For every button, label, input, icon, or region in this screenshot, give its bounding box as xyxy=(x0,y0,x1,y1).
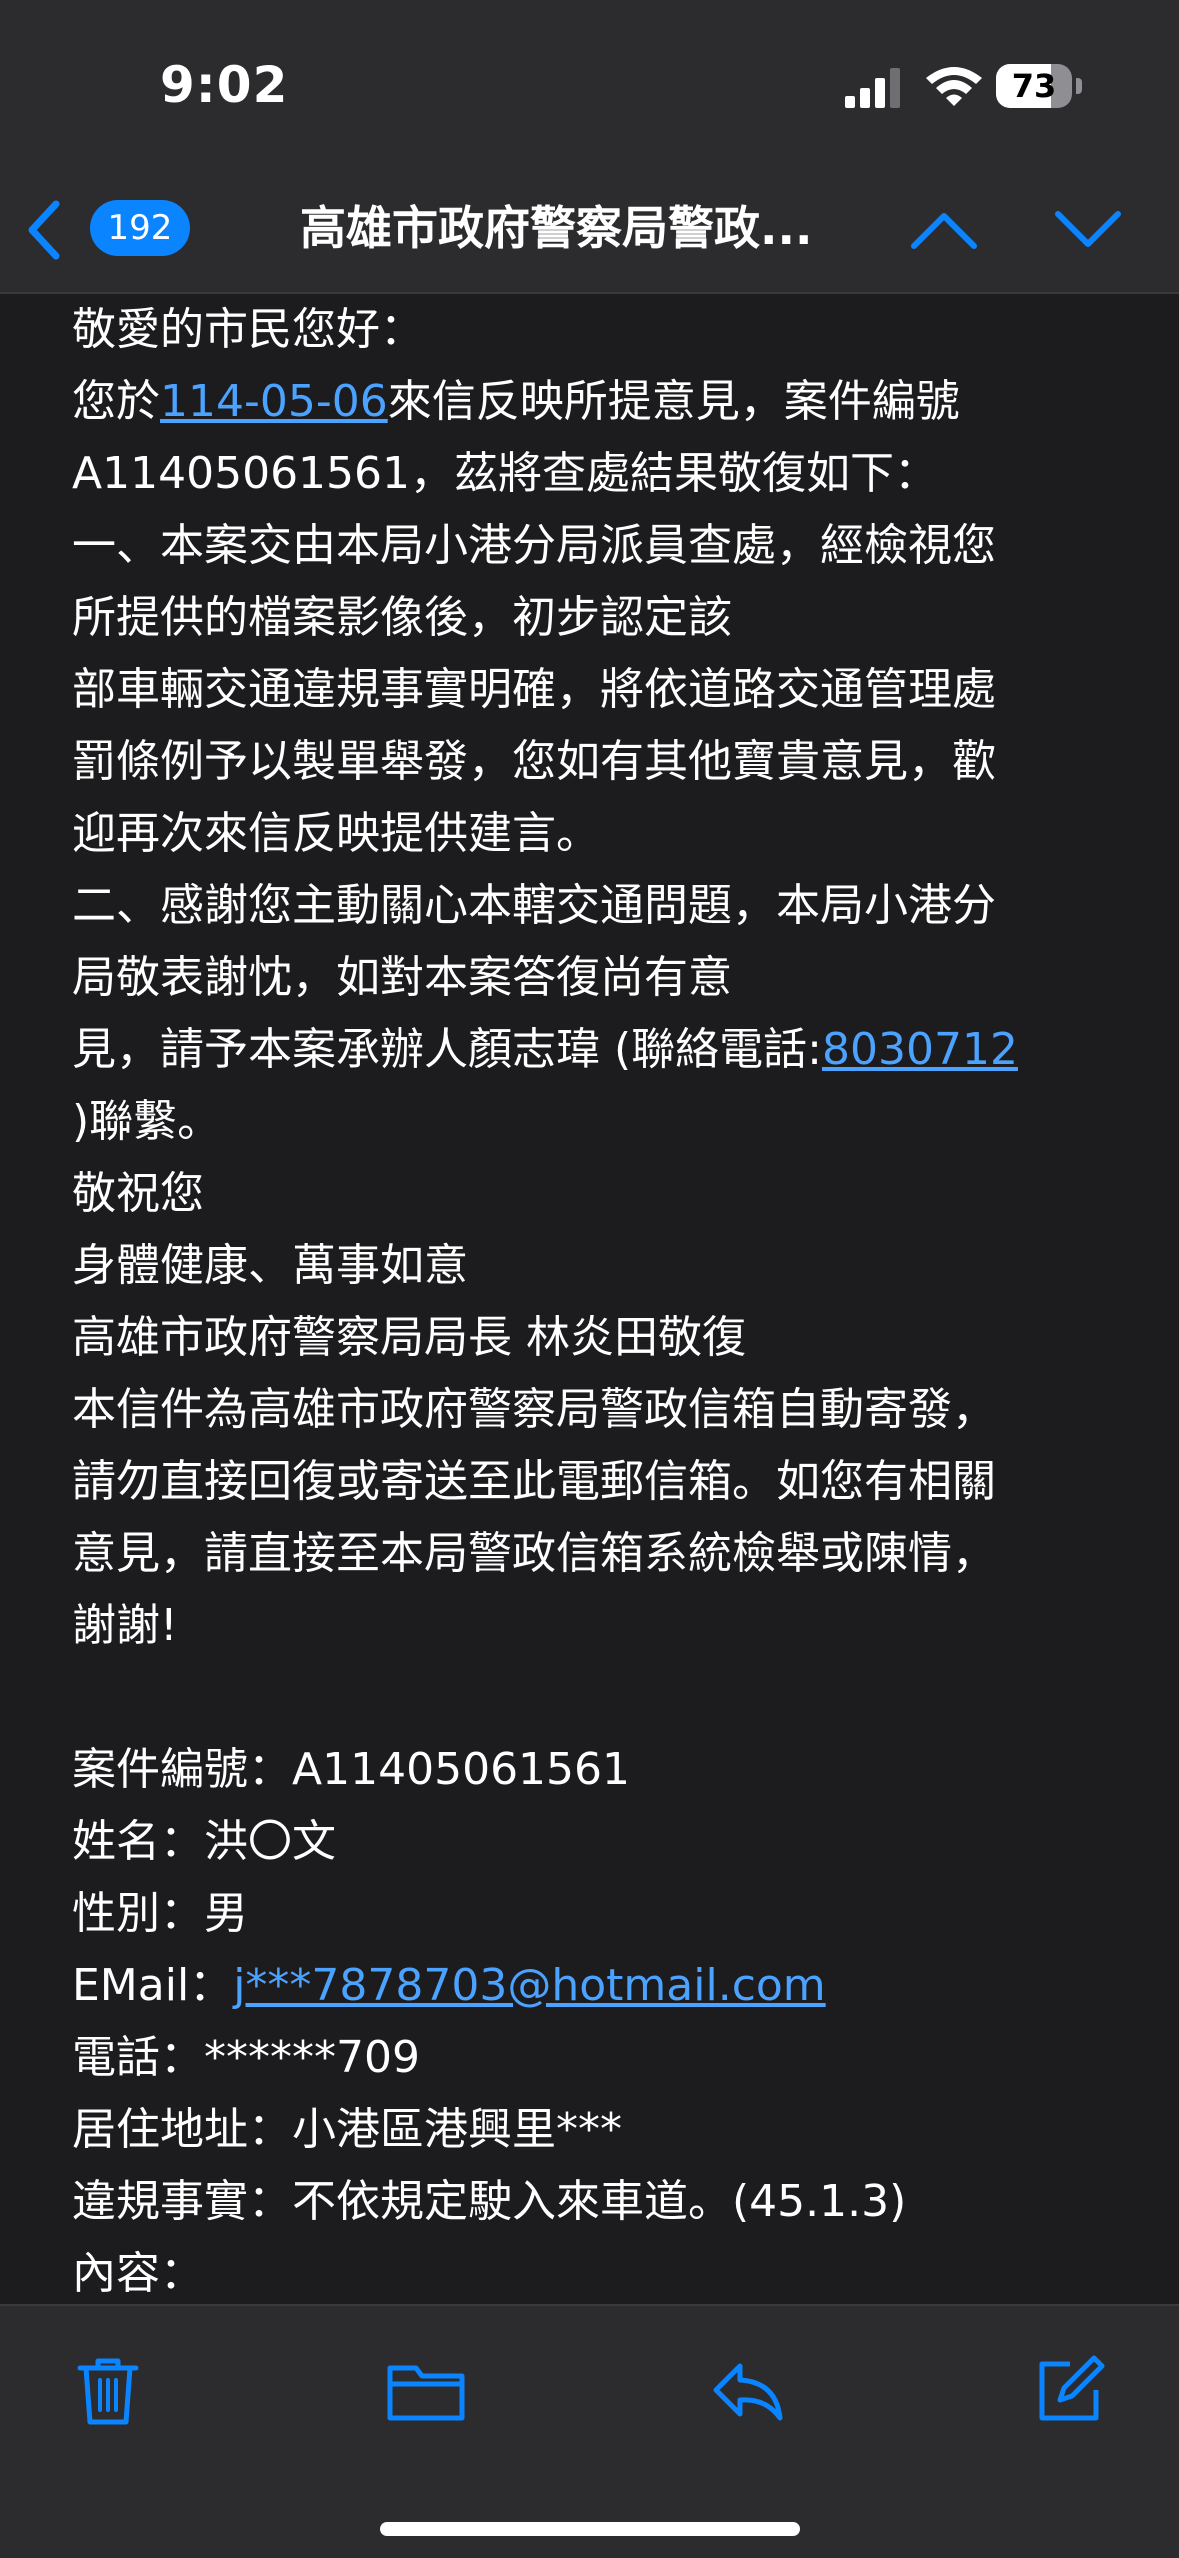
body-line: 謝謝! xyxy=(72,1600,178,1651)
body-line: 一、本案交由本局小港分局派員查處，經檢視您 xyxy=(72,520,996,571)
body-line: 身體健康、萬事如意 xyxy=(72,1240,468,1291)
folder-icon[interactable] xyxy=(386,2352,466,2428)
email-label: EMail： xyxy=(72,1960,234,2011)
message-text: 敬愛的市民您好： 您於114-05-06來信反映所提意見，案件編號 A11405… xyxy=(72,294,1112,2310)
body-line: 請勿直接回復或寄送至此電郵信箱。如您有相關 xyxy=(72,1456,996,1507)
body-line: 二、感謝您主動關心本轄交通問題，本局小港分 xyxy=(72,880,996,931)
reply-icon[interactable] xyxy=(710,2352,786,2428)
compose-icon[interactable] xyxy=(1030,2352,1106,2428)
body-text: 您於 xyxy=(72,376,160,427)
body-line: 迎再次來信反映提供建言。 xyxy=(72,808,600,859)
trash-icon[interactable] xyxy=(70,2352,146,2428)
body-line: 高雄市政府警察局局長 林炎田敬復 xyxy=(72,1312,746,1363)
sender-phone: 電話：******709 xyxy=(72,2032,420,2083)
date-link[interactable]: 114-05-06 xyxy=(160,376,388,427)
body-line: )聯繫。 xyxy=(72,1096,222,1147)
body-line: 敬祝您 xyxy=(72,1168,204,1219)
body-line: A11405061561，茲將查處結果敬復如下： xyxy=(72,448,939,499)
status-bar: 9:02 73 xyxy=(0,0,1179,170)
body-line: 本信件為高雄市政府警察局警政信箱自動寄發， xyxy=(72,1384,996,1435)
previous-message-chevron-up-icon[interactable] xyxy=(908,202,980,258)
body-line: 意見，請直接至本局警政信箱系統檢舉或陳情， xyxy=(72,1528,996,1579)
battery-body: 73 xyxy=(996,64,1072,108)
body-text: 來信反映所提意見，案件編號 xyxy=(387,376,960,427)
home-indicator[interactable] xyxy=(380,2522,800,2536)
content-label: 內容： xyxy=(72,2248,204,2299)
sender-email-line: EMail：j***7878703@hotmail.com xyxy=(72,1950,1112,2022)
sender-address: 居住地址：小港區港興里*** xyxy=(72,2104,622,2155)
message-body[interactable]: 敬愛的市民您好： 您於114-05-06來信反映所提意見，案件編號 A11405… xyxy=(0,294,1179,2299)
phone-link[interactable]: 8030712 xyxy=(822,1024,1018,1075)
body-line: 局敬表謝忱，如對本案答復尚有意 xyxy=(72,952,732,1003)
back-chevron-icon[interactable] xyxy=(22,198,66,262)
bottom-toolbar xyxy=(0,2304,1179,2558)
email-link[interactable]: j***7878703@hotmail.com xyxy=(233,1960,825,2011)
message-subject-title: 高雄市政府警察局警政... xyxy=(300,201,813,255)
body-text: 見，請予本案承辦人顏志瑋 (聯絡電話: xyxy=(72,1024,822,1075)
cellular-signal-icon xyxy=(845,68,900,108)
body-line: 敬愛的市民您好： xyxy=(72,304,424,355)
navigation-bar: 192 高雄市政府警察局警政... xyxy=(0,170,1179,294)
battery-indicator: 73 xyxy=(996,64,1086,110)
wifi-icon xyxy=(926,67,982,106)
battery-percentage: 73 xyxy=(1011,67,1057,105)
body-line: 您於114-05-06來信反映所提意見，案件編號 xyxy=(72,366,1112,438)
sender-gender: 性別：男 xyxy=(72,1888,248,1939)
body-line: 部車輛交通違規事實明確，將依道路交通管理處 xyxy=(72,664,996,715)
body-line: 見，請予本案承辦人顏志瑋 (聯絡電話:8030712 xyxy=(72,1014,1112,1086)
sender-name: 姓名：洪〇文 xyxy=(72,1816,336,1867)
status-time: 9:02 xyxy=(160,56,289,114)
violation-fact: 違規事實：不依規定駛入來車道。(45.1.3) xyxy=(72,2176,907,2227)
case-number: 案件編號：A11405061561 xyxy=(72,1744,631,1795)
mailbox-count-badge[interactable]: 192 xyxy=(90,200,190,256)
battery-cap xyxy=(1076,78,1082,94)
body-line: 罰條例予以製單舉發，您如有其他寶貴意見，歡 xyxy=(72,736,996,787)
body-line: 所提供的檔案影像後，初步認定該 xyxy=(72,592,732,643)
next-message-chevron-down-icon[interactable] xyxy=(1052,202,1124,258)
